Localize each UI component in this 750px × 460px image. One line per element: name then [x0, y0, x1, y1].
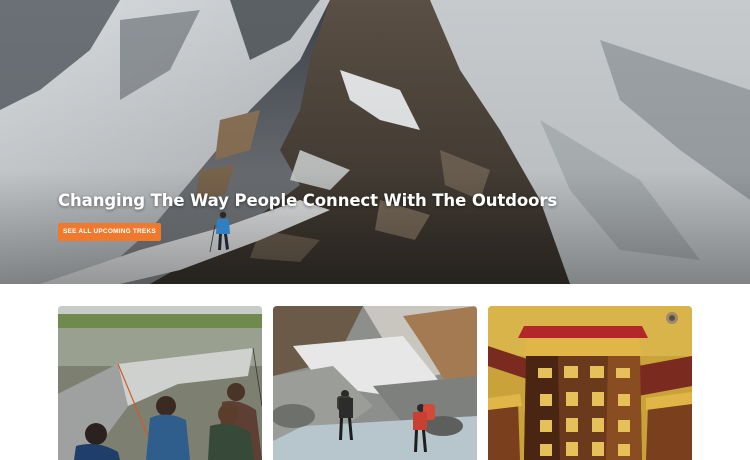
camping-tent-group-photo: [58, 306, 262, 460]
mountain-ridge-image: [0, 0, 750, 284]
golden-prayer-wheels-photo: [488, 306, 692, 460]
hero-banner: Changing The Way People Connect With The…: [0, 0, 750, 284]
trek-card-monastery[interactable]: [488, 306, 692, 460]
hero-title: Changing The Way People Connect With The…: [58, 191, 558, 210]
trek-cards: [58, 306, 692, 460]
trek-card-camping[interactable]: [58, 306, 262, 460]
see-all-treks-button[interactable]: SEE ALL UPCOMING TREKS: [58, 223, 161, 241]
trek-card-river-crossing[interactable]: [273, 306, 477, 460]
hero-content: Changing The Way People Connect With The…: [58, 191, 557, 241]
trekkers-crossing-rocky-stream-photo: [273, 306, 477, 460]
